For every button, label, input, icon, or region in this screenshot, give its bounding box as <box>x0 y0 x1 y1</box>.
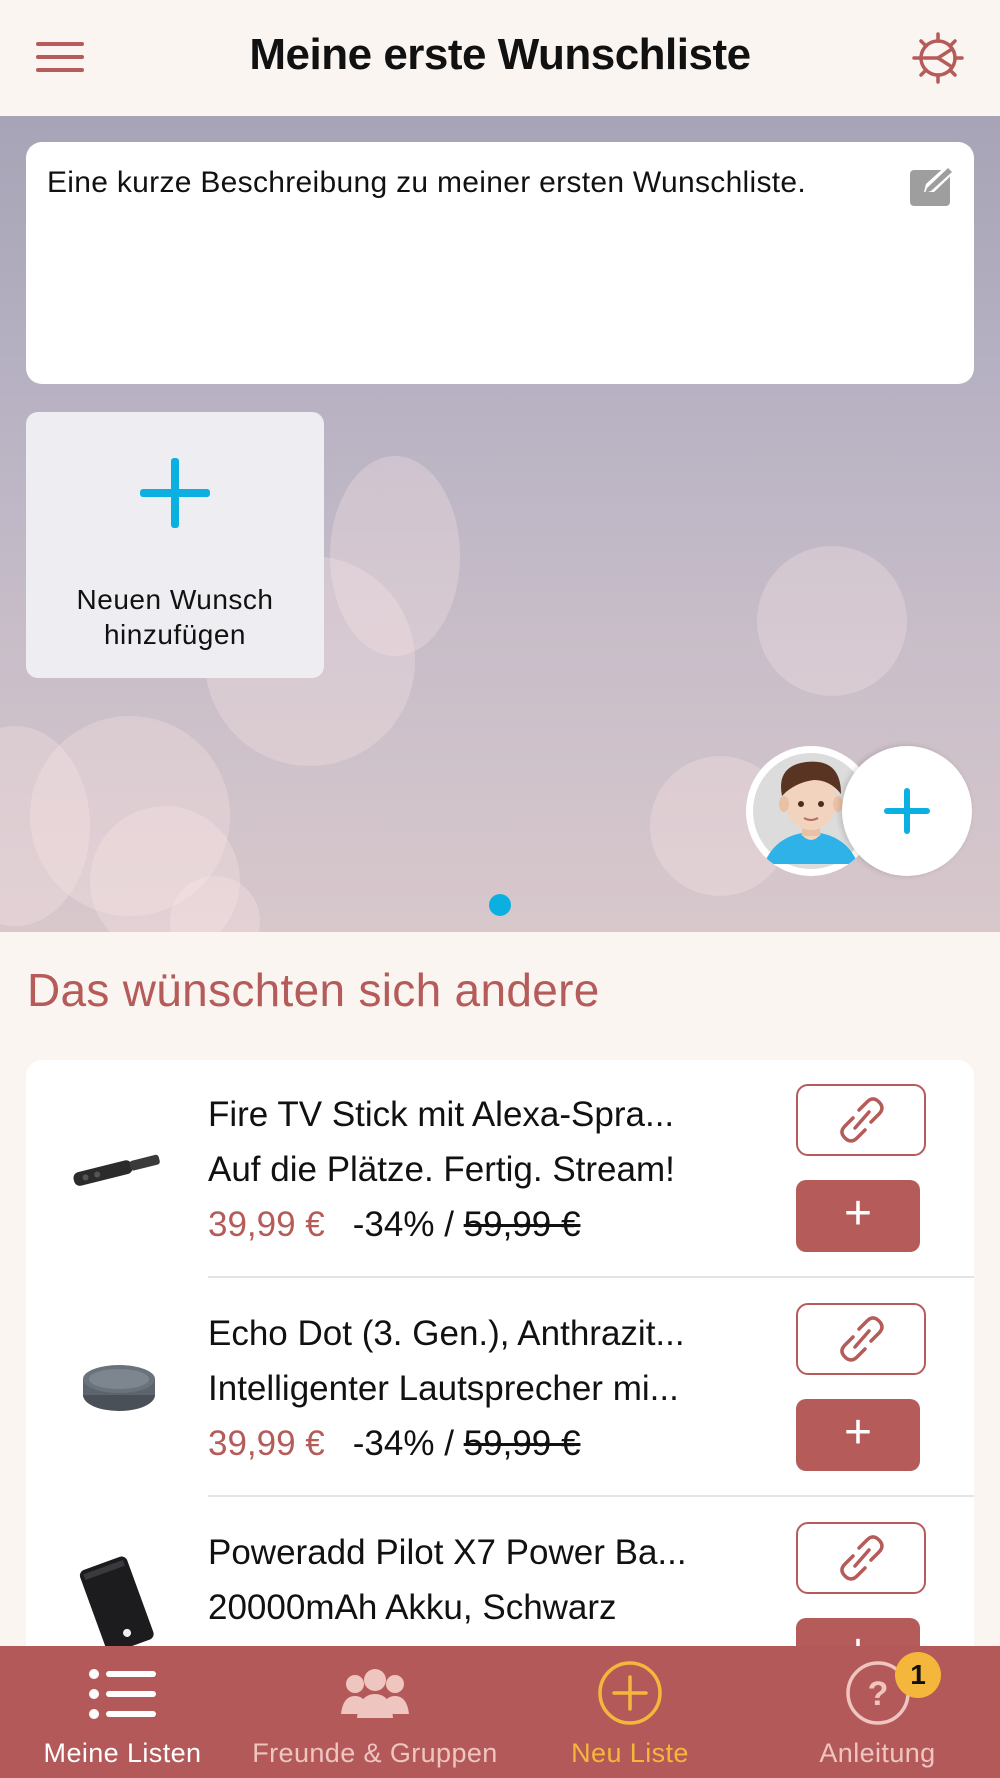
description-card[interactable]: Eine kurze Beschreibung zu meiner ersten… <box>26 142 974 384</box>
product-price: 39,99 € <box>208 1424 325 1463</box>
list-icon <box>88 1669 156 1719</box>
page-title: Meine erste Wunschliste <box>249 30 751 79</box>
plus-icon <box>884 788 930 834</box>
divider <box>208 1495 974 1497</box>
price-row: 39,99 € -34% / 59,99 € <box>208 1205 580 1245</box>
tab-label: Freunde & Gruppen <box>252 1738 498 1768</box>
product-name: Poweradd Pilot X7 Power Ba... <box>208 1533 687 1572</box>
add-wish-button[interactable]: Neuen Wunsch hinzufügen <box>26 412 324 678</box>
price-row: 39,99 € -34% / 59,99 € <box>208 1424 580 1464</box>
list-item[interactable]: Fire TV Stick mit Alexa-Spra... Auf die … <box>26 1060 974 1278</box>
gear-icon[interactable] <box>910 30 966 86</box>
plus-icon <box>140 458 210 528</box>
tab-label: Anleitung <box>819 1738 936 1768</box>
divider <box>208 1276 974 1278</box>
edit-icon[interactable] <box>910 164 958 206</box>
add-to-list-button[interactable]: + <box>796 1180 920 1252</box>
tab-neu-liste[interactable]: Neu Liste <box>505 1646 755 1778</box>
product-image <box>64 1331 174 1441</box>
product-old-price: 59,99 € <box>463 1424 581 1463</box>
tab-anleitung[interactable]: ? 1 Anleitung <box>755 1646 1000 1778</box>
tab-bar: Meine Listen Freunde & Gruppen Neu Liste… <box>0 1646 1000 1778</box>
product-discount: -34% / <box>352 1205 464 1244</box>
product-image <box>64 1112 174 1222</box>
add-to-list-button[interactable]: + <box>796 1399 920 1471</box>
product-name: Echo Dot (3. Gen.), Anthrazit... <box>208 1314 685 1353</box>
svg-text:?: ? <box>867 1675 888 1713</box>
product-image <box>64 1550 174 1660</box>
product-price: 39,99 € <box>208 1205 325 1244</box>
section-title: Das wünschten sich andere <box>27 964 600 1016</box>
tab-meine-listen[interactable]: Meine Listen <box>0 1646 245 1778</box>
list-description: Eine kurze Beschreibung zu meiner ersten… <box>47 166 807 199</box>
link-icon <box>840 1535 884 1581</box>
link-button[interactable] <box>796 1084 926 1156</box>
product-name: Fire TV Stick mit Alexa-Spra... <box>208 1095 675 1134</box>
product-old-price: 59,99 € <box>463 1205 581 1244</box>
link-button[interactable] <box>796 1303 926 1375</box>
tab-freunde-gruppen[interactable]: Freunde & Gruppen <box>245 1646 505 1778</box>
product-subtitle: 20000mAh Akku, Schwarz <box>208 1588 617 1627</box>
bokeh-decoration <box>757 546 907 696</box>
list-item[interactable]: Echo Dot (3. Gen.), Anthrazit... Intelli… <box>26 1279 974 1497</box>
tab-label: Neu Liste <box>571 1738 689 1768</box>
notification-badge: 1 <box>895 1652 941 1698</box>
link-button[interactable] <box>796 1522 926 1594</box>
add-member-button[interactable] <box>842 746 972 876</box>
product-discount: -34% / <box>352 1424 464 1463</box>
page-indicator-dot <box>489 894 511 916</box>
tab-label: Meine Listen <box>43 1738 202 1768</box>
group-icon <box>341 1669 409 1718</box>
header: Meine erste Wunschliste <box>0 0 1000 116</box>
plus-circle-icon <box>598 1661 662 1725</box>
add-wish-label: Neuen Wunsch hinzufügen <box>76 584 274 650</box>
product-subtitle: Auf die Plätze. Fertig. Stream! <box>208 1150 675 1189</box>
product-subtitle: Intelligenter Lautsprecher mi... <box>208 1369 679 1408</box>
link-icon <box>840 1097 884 1143</box>
link-icon <box>840 1316 884 1362</box>
bokeh-decoration <box>330 456 460 656</box>
wishlist-hero: Eine kurze Beschreibung zu meiner ersten… <box>0 116 1000 932</box>
